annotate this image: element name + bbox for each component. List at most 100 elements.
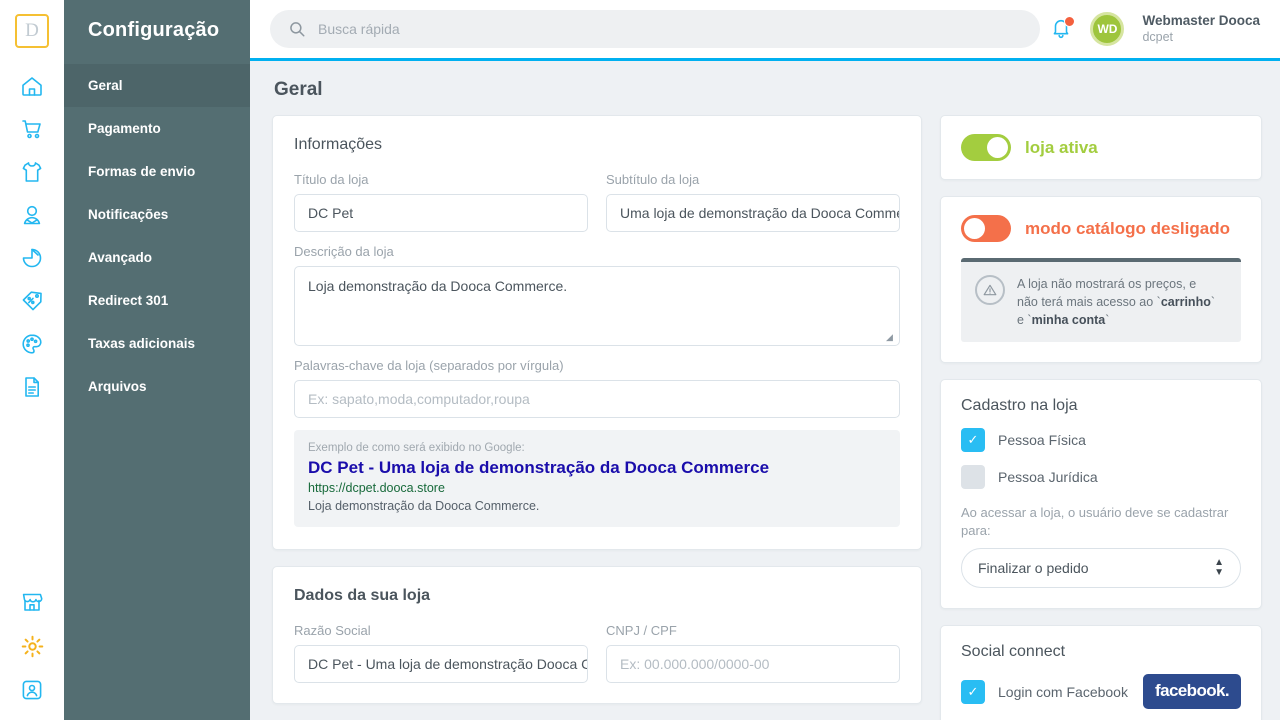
pessoa-fisica-checkbox[interactable]: ✓ bbox=[961, 428, 985, 453]
sidebar-item-geral[interactable]: Geral bbox=[64, 64, 250, 107]
pessoa-fisica-row[interactable]: ✓ Pessoa Física bbox=[961, 428, 1241, 453]
warning-term-carrinho: carrinho bbox=[1160, 295, 1211, 310]
google-preview-note: Exemplo de como será exibido no Google: bbox=[308, 442, 525, 454]
warning-line-3c: ` bbox=[1105, 313, 1110, 328]
customer-icon[interactable] bbox=[10, 193, 54, 236]
cadastro-na-loja-card: Cadastro na loja ✓ Pessoa Física Pessoa … bbox=[940, 379, 1262, 610]
sidebar-item-avancado[interactable]: Avançado bbox=[64, 236, 250, 279]
google-preview-title: DC Pet - Uma loja de demonstração da Doo… bbox=[308, 458, 770, 477]
descricao-da-loja-textarea[interactable]: Loja demonstração da Dooca Commerce. ◢ bbox=[294, 266, 900, 346]
sidebar-item-label: Pagamento bbox=[88, 121, 161, 136]
page-body: Geral Informações Título da loja DC Pet bbox=[250, 61, 1280, 720]
sidebar-item-taxas-adicionais[interactable]: Taxas adicionais bbox=[64, 322, 250, 365]
store-icon[interactable] bbox=[10, 580, 54, 624]
dooca-logo[interactable]: D bbox=[15, 14, 49, 48]
sidebar-item-label: Formas de envio bbox=[88, 164, 196, 179]
textarea-resize-handle[interactable]: ◢ bbox=[886, 332, 896, 342]
sidebar-item-pagamento[interactable]: Pagamento bbox=[64, 107, 250, 150]
cadastro-na-loja-heading: Cadastro na loja bbox=[961, 397, 1078, 415]
sidebar-item-redirect-301[interactable]: Redirect 301 bbox=[64, 279, 250, 322]
chart-pie-icon[interactable] bbox=[10, 236, 54, 279]
login-com-facebook-row[interactable]: ✓ Login com Facebook facebook. bbox=[961, 674, 1241, 710]
sidebar-item-formas-de-envio[interactable]: Formas de envio bbox=[64, 150, 250, 193]
warning-line-2a: não terá mais acesso ao ` bbox=[1017, 295, 1161, 310]
warning-icon bbox=[975, 275, 1005, 305]
descricao-da-loja-field: Descrição da loja Loja demonstração da D… bbox=[294, 244, 900, 346]
palavras-chave-input[interactable]: Ex: sapato,moda,computador,roupa bbox=[294, 380, 900, 418]
sidebar-item-arquivos[interactable]: Arquivos bbox=[64, 365, 250, 408]
cnpj-cpf-label: CNPJ / CPF bbox=[606, 623, 677, 638]
rail-icon-list bbox=[10, 64, 54, 408]
loja-ativa-card: loja ativa bbox=[940, 115, 1262, 180]
cart-icon[interactable] bbox=[10, 107, 54, 150]
modo-catalogo-toggle[interactable] bbox=[961, 215, 1011, 242]
titulo-da-loja-input[interactable]: DC Pet bbox=[294, 194, 588, 232]
dados-da-sua-loja-heading: Dados da sua loja bbox=[294, 587, 431, 604]
pessoa-juridica-label: Pessoa Jurídica bbox=[998, 469, 1098, 486]
gear-icon[interactable] bbox=[10, 624, 54, 668]
user-name: Webmaster Dooca bbox=[1142, 12, 1260, 28]
cnpj-cpf-input[interactable]: Ex: 00.000.000/0000-00 bbox=[606, 645, 900, 683]
rail-bottom-icons bbox=[0, 580, 64, 712]
dados-da-sua-loja-card: Dados da sua loja Razão Social DC Pet - … bbox=[272, 566, 922, 704]
google-preview-description: Loja demonstração da Dooca Commerce. bbox=[308, 499, 540, 513]
warning-term-minha-conta: minha conta bbox=[1031, 313, 1106, 328]
google-preview-url: https://dcpet.dooca.store bbox=[308, 481, 445, 495]
informacoes-heading: Informações bbox=[294, 136, 383, 153]
warning-line-1: A loja não mostrará os preços, e bbox=[1017, 277, 1197, 291]
user-info[interactable]: Webmaster Dooca dcpet bbox=[1142, 13, 1260, 46]
settings-sidebar: Configuração Geral Pagamento Formas de e… bbox=[64, 0, 250, 720]
avatar[interactable]: WD bbox=[1090, 12, 1125, 46]
page-title: Geral bbox=[274, 79, 323, 100]
descricao-da-loja-value: Loja demonstração da Dooca Commerce. bbox=[308, 278, 568, 294]
warning-line-3a: e ` bbox=[1017, 313, 1032, 328]
titulo-da-loja-field: Título da loja DC Pet bbox=[294, 172, 588, 232]
logo-letter: D bbox=[25, 20, 39, 41]
home-icon[interactable] bbox=[10, 64, 54, 107]
warning-line-2c: ` bbox=[1210, 295, 1216, 310]
sidebar-item-label: Avançado bbox=[88, 250, 153, 265]
sidebar-item-notificacoes[interactable]: Notificações bbox=[64, 193, 250, 236]
pessoa-fisica-label: Pessoa Física bbox=[998, 432, 1086, 449]
razao-social-field: Razão Social DC Pet - Uma loja de demons… bbox=[294, 623, 588, 683]
social-connect-heading: Social connect bbox=[961, 643, 1066, 661]
chevron-updown-icon: ▲ ▼ bbox=[1214, 557, 1224, 579]
razao-social-label: Razão Social bbox=[294, 623, 371, 638]
cadastro-select[interactable]: Finalizar o pedido ▲ ▼ bbox=[961, 548, 1241, 589]
document-icon[interactable] bbox=[10, 365, 54, 408]
top-bar: Busca rápida WD Webmaster Dooca dcpet bbox=[250, 0, 1280, 61]
razao-cnpj-row: Razão Social DC Pet - Uma loja de demons… bbox=[294, 623, 900, 695]
search-input[interactable]: Busca rápida bbox=[270, 10, 1040, 48]
pessoa-juridica-checkbox[interactable] bbox=[961, 465, 985, 490]
notification-bell-icon[interactable] bbox=[1050, 16, 1076, 41]
tshirt-icon[interactable] bbox=[10, 150, 54, 193]
sidebar-item-label: Arquivos bbox=[88, 379, 147, 394]
app-root: D Configuração Geral Pagamento Formas de… bbox=[0, 0, 1280, 720]
loja-ativa-row: loja ativa bbox=[961, 134, 1241, 161]
login-com-facebook-label: Login com Facebook bbox=[998, 683, 1128, 700]
palette-icon[interactable] bbox=[10, 322, 54, 365]
top-bar-right: WD Webmaster Dooca dcpet bbox=[1050, 12, 1264, 46]
user-handle: dcpet bbox=[1142, 29, 1174, 44]
login-com-facebook-checkbox[interactable]: ✓ bbox=[961, 679, 985, 704]
facebook-logo-button[interactable]: facebook. bbox=[1143, 674, 1241, 710]
pessoa-juridica-row[interactable]: Pessoa Jurídica bbox=[961, 465, 1241, 490]
sidebar-nav: Geral Pagamento Formas de envio Notifica… bbox=[64, 64, 250, 408]
notification-badge bbox=[1064, 16, 1076, 27]
columns: Informações Título da loja DC Pet Subtít… bbox=[272, 115, 1262, 720]
search-icon bbox=[288, 20, 306, 38]
razao-social-input[interactable]: DC Pet - Uma loja de demonstração Dooca … bbox=[294, 645, 588, 683]
loja-ativa-label: loja ativa bbox=[1025, 137, 1098, 157]
account-icon[interactable] bbox=[10, 668, 54, 712]
google-preview: Exemplo de como será exibido no Google: … bbox=[294, 430, 900, 527]
descricao-da-loja-label: Descrição da loja bbox=[294, 244, 394, 259]
informacoes-card: Informações Título da loja DC Pet Subtít… bbox=[272, 115, 922, 550]
sidebar-item-label: Geral bbox=[88, 78, 123, 93]
discount-tag-icon[interactable] bbox=[10, 279, 54, 322]
loja-ativa-toggle[interactable] bbox=[961, 134, 1011, 161]
sidebar-item-label: Taxas adicionais bbox=[88, 336, 196, 351]
palavras-chave-field: Palavras-chave da loja (separados por ví… bbox=[294, 358, 900, 418]
sidebar-title: Configuração bbox=[88, 19, 220, 41]
subtitulo-da-loja-input[interactable]: Uma loja de demonstração da Dooca Commer… bbox=[606, 194, 900, 232]
social-connect-card: Social connect ✓ Login com Facebook face… bbox=[940, 625, 1262, 720]
